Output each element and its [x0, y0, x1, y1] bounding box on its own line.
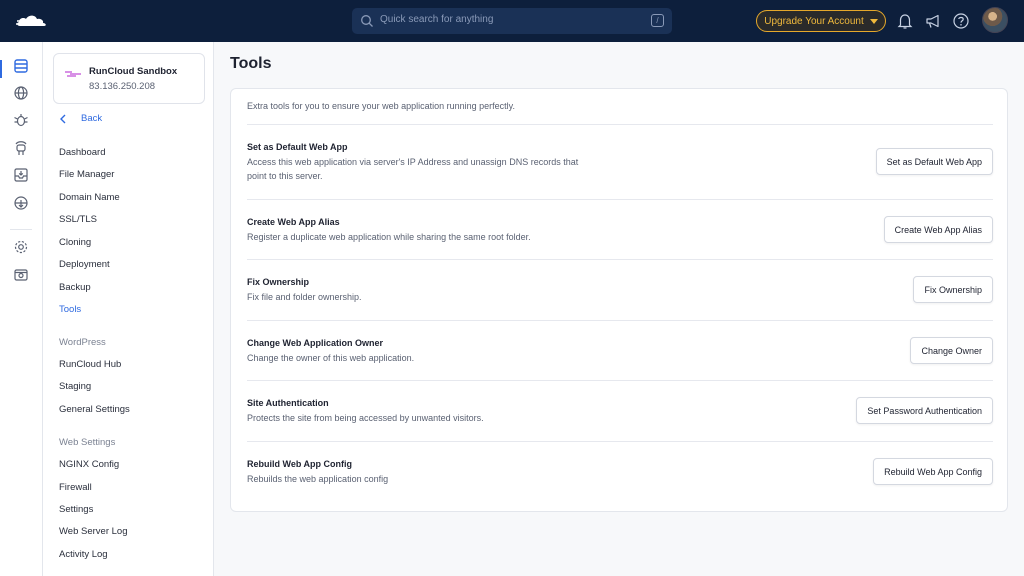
- sidebar-item-nginx-config[interactable]: NGINX Config: [59, 459, 119, 470]
- top-bar: Quick search for anything / Upgrade Your…: [0, 0, 1024, 42]
- sidebar-item-deployment[interactable]: Deployment: [59, 259, 110, 270]
- tool-row-change-owner: Change Web Application Owner Change the …: [247, 320, 993, 380]
- tool-description: Register a duplicate web application whi…: [247, 232, 531, 242]
- sidebar-item-dashboard[interactable]: Dashboard: [59, 147, 105, 158]
- sidebar-group-web-settings: Web Settings: [59, 437, 116, 448]
- chevron-left-icon: [60, 114, 66, 123]
- webapp-sidebar: RunCloud Sandbox 83.136.250.208 Back Das…: [43, 42, 214, 576]
- tool-description: Fix file and folder ownership.: [247, 292, 362, 302]
- cloud-sync-icon[interactable]: [13, 195, 29, 211]
- tool-row-web-app-alias: Create Web App Alias Register a duplicat…: [247, 199, 993, 259]
- set-password-authentication-button[interactable]: Set Password Authentication: [856, 397, 993, 424]
- server-card[interactable]: RunCloud Sandbox 83.136.250.208: [53, 53, 205, 104]
- sidebar-item-web-server-log[interactable]: Web Server Log: [59, 526, 127, 537]
- robot-icon[interactable]: [13, 140, 29, 156]
- tool-description: Access this web application via server's…: [247, 157, 579, 181]
- sidebar-item-activity-log[interactable]: Activity Log: [59, 549, 108, 560]
- upgrade-account-button[interactable]: Upgrade Your Account: [756, 10, 886, 32]
- tool-title: Set as Default Web App: [247, 142, 348, 152]
- tool-row-default-web-app: Set as Default Web App Access this web a…: [247, 124, 993, 199]
- icon-rail: [0, 42, 43, 576]
- sidebar-item-settings[interactable]: Settings: [59, 504, 93, 515]
- bug-icon[interactable]: [13, 112, 29, 128]
- tools-card: Extra tools for you to ensure your web a…: [230, 88, 1008, 512]
- sidebar-item-domain-name[interactable]: Domain Name: [59, 192, 120, 203]
- search-icon: [361, 15, 373, 27]
- tool-title: Create Web App Alias: [247, 217, 340, 227]
- chevron-down-icon: [869, 18, 878, 24]
- sidebar-item-cloning[interactable]: Cloning: [59, 237, 91, 248]
- rebuild-web-app-config-button[interactable]: Rebuild Web App Config: [873, 458, 993, 485]
- inbox-icon[interactable]: [13, 167, 29, 183]
- tool-description: Rebuilds the web application config: [247, 474, 389, 484]
- globe-icon[interactable]: [13, 85, 29, 101]
- avatar[interactable]: [982, 7, 1008, 33]
- sidebar-item-backup[interactable]: Backup: [59, 282, 91, 293]
- tools-intro: Extra tools for you to ensure your web a…: [247, 101, 515, 111]
- search-bar[interactable]: Quick search for anything /: [352, 8, 672, 34]
- server-ip: 83.136.250.208: [89, 81, 156, 92]
- help-icon[interactable]: [952, 12, 970, 30]
- tool-title: Site Authentication: [247, 398, 329, 408]
- back-link[interactable]: Back: [59, 113, 102, 124]
- set-default-web-app-button[interactable]: Set as Default Web App: [875, 148, 993, 175]
- megaphone-icon[interactable]: [924, 12, 942, 30]
- sidebar-item-firewall[interactable]: Firewall: [59, 482, 92, 493]
- tool-row-fix-ownership: Fix Ownership Fix file and folder owners…: [247, 259, 993, 320]
- back-label: Back: [81, 113, 103, 124]
- sidebar-group-wordpress: WordPress: [59, 337, 106, 348]
- sidebar-item-staging[interactable]: Staging: [59, 381, 91, 392]
- tool-row-rebuild-config: Rebuild Web App Config Rebuilds the web …: [247, 441, 993, 503]
- upgrade-label: Upgrade Your Account: [764, 15, 864, 27]
- settings-icon[interactable]: [13, 239, 29, 255]
- rail-divider: [10, 229, 32, 230]
- server-name: RunCloud Sandbox: [89, 66, 178, 77]
- tool-description: Protects the site from being accessed by…: [247, 413, 484, 423]
- fix-ownership-button[interactable]: Fix Ownership: [913, 276, 993, 303]
- page-title: Tools: [230, 55, 272, 72]
- cloud-logo-icon[interactable]: [16, 12, 48, 30]
- sidebar-item-tools[interactable]: Tools: [59, 304, 81, 315]
- search-shortcut-key: /: [651, 14, 664, 27]
- tool-title: Change Web Application Owner: [247, 338, 384, 348]
- sidebar-item-ssl-tls[interactable]: SSL/TLS: [59, 214, 97, 225]
- sidebar-item-runcloud-hub[interactable]: RunCloud Hub: [59, 359, 121, 370]
- change-owner-button[interactable]: Change Owner: [910, 337, 993, 364]
- rail-active-indicator: [0, 60, 2, 78]
- servers-icon[interactable]: [13, 58, 29, 74]
- tool-title: Rebuild Web App Config: [247, 459, 352, 469]
- sidebar-item-file-manager[interactable]: File Manager: [59, 169, 114, 180]
- tool-description: Change the owner of this web application…: [247, 353, 415, 363]
- bell-icon[interactable]: [896, 12, 914, 30]
- create-web-app-alias-button[interactable]: Create Web App Alias: [883, 216, 993, 243]
- sidebar-item-general-settings[interactable]: General Settings: [59, 404, 130, 415]
- tool-row-site-authentication: Site Authentication Protects the site fr…: [247, 380, 993, 441]
- server-logo-icon: [65, 71, 81, 77]
- tool-title: Fix Ownership: [247, 277, 310, 287]
- search-placeholder: Quick search for anything: [380, 14, 494, 25]
- credential-icon[interactable]: [13, 267, 29, 283]
